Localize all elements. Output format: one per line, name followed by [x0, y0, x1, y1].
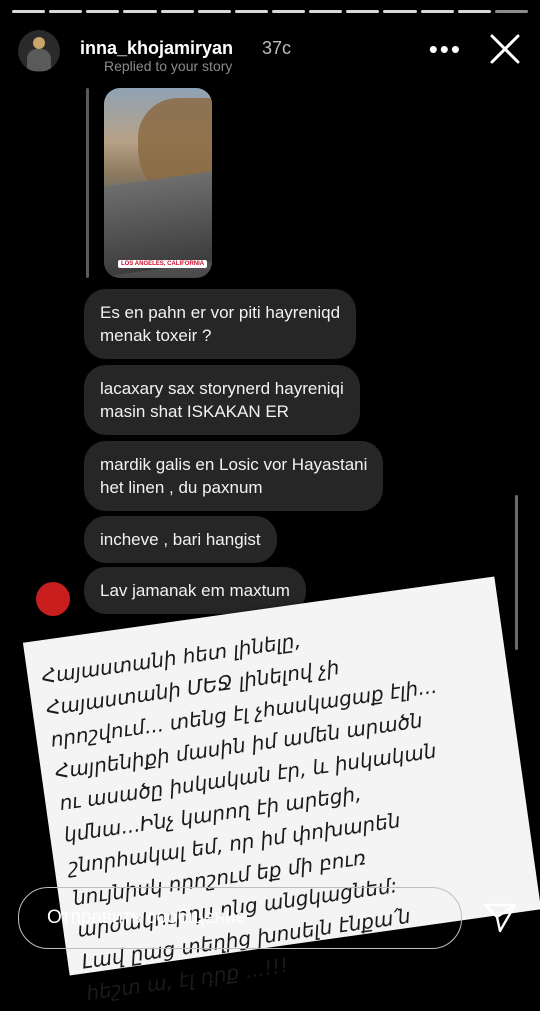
username[interactable]: inna_khojamiryan [80, 38, 233, 59]
send-icon[interactable] [480, 897, 520, 937]
story-header: inna_khojamiryan 37c Replied to your sto… [18, 28, 522, 74]
progress-segment [160, 10, 194, 13]
progress-segment [271, 10, 306, 13]
progress-segment [123, 10, 157, 13]
avatar[interactable] [18, 30, 60, 72]
reply-indicator-line [86, 88, 89, 278]
progress-segment [197, 10, 231, 13]
progress-segment [12, 10, 46, 13]
avatar-body-shape [27, 49, 51, 71]
message-bubble[interactable]: incheve , bari hangist [84, 516, 277, 563]
avatar-head-shape [33, 37, 45, 49]
story-progress-bar [12, 10, 528, 13]
progress-segment [494, 10, 528, 13]
progress-segment [234, 10, 268, 13]
close-icon[interactable] [488, 32, 522, 66]
location-sticker: LOS ANGELES, CALIFORNIA [118, 260, 208, 268]
sender-avatar-dot [36, 582, 70, 616]
progress-segment [346, 10, 380, 13]
progress-segment [383, 10, 417, 13]
story-time: 37c [262, 38, 292, 58]
progress-segment [49, 10, 83, 13]
more-horizontal-icon[interactable]: ••• [429, 34, 462, 65]
message-composer[interactable] [18, 887, 462, 949]
story-thumbnail[interactable]: LOS ANGELES, CALIFORNIA [104, 88, 212, 278]
reply-subtitle: Replied to your story [104, 58, 233, 74]
message-bubble[interactable]: mardik galis en Losic vor Hayastani het … [84, 441, 384, 511]
progress-segment [86, 10, 120, 13]
message-bubble[interactable]: Es en pahn er vor piti hayreniqd menak t… [84, 289, 357, 359]
progress-segment [420, 10, 454, 13]
progress-segment [457, 10, 491, 13]
message-input[interactable] [45, 888, 409, 948]
scrollbar[interactable] [515, 495, 518, 650]
message-bubble[interactable]: lacaxary sax storynerd hayreniqi masin s… [84, 365, 360, 435]
progress-segment [309, 10, 343, 13]
